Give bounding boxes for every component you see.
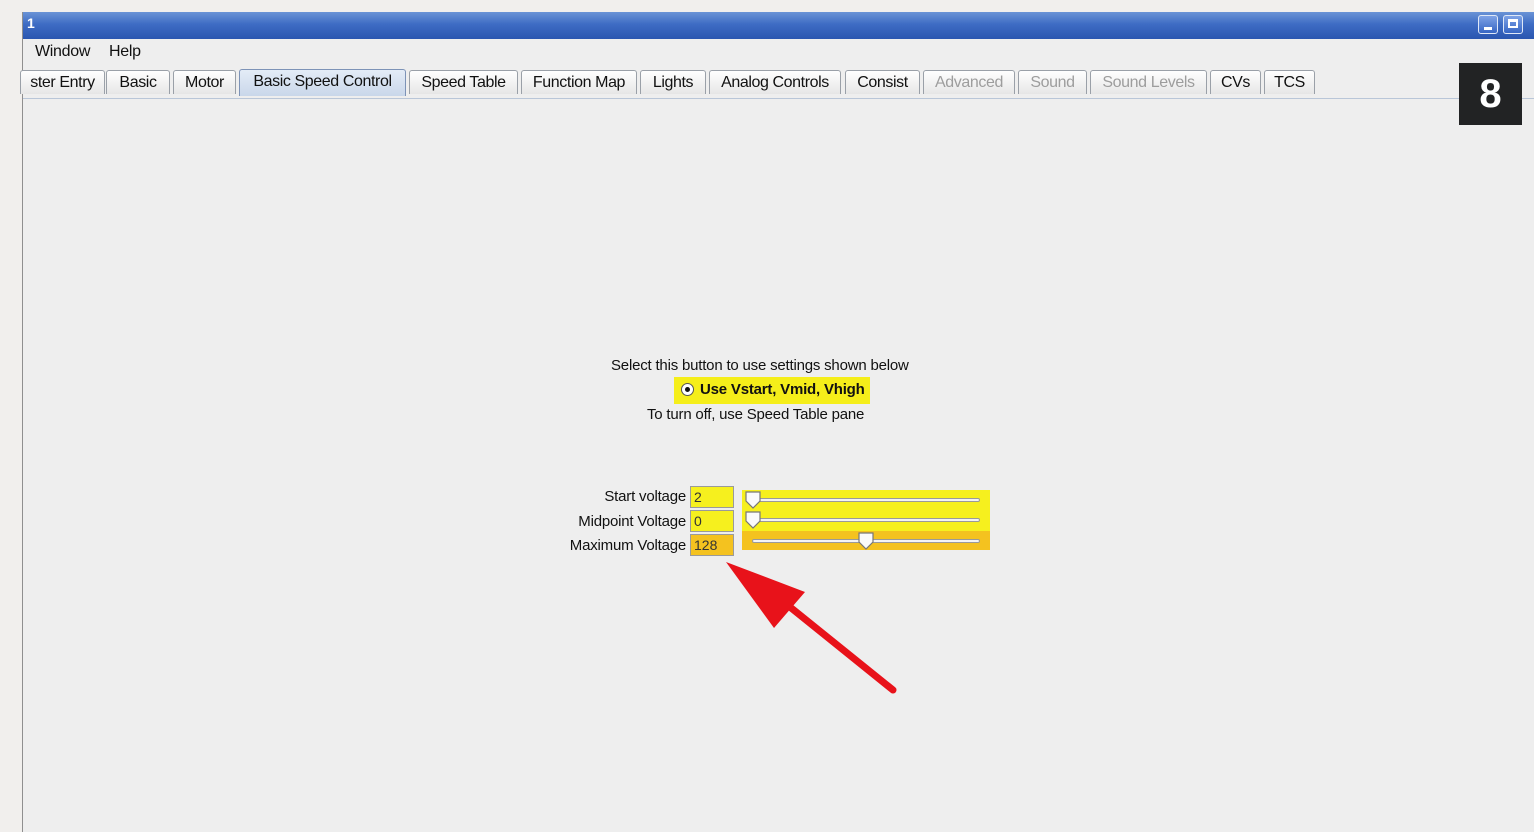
red-arrow-icon	[726, 562, 897, 694]
